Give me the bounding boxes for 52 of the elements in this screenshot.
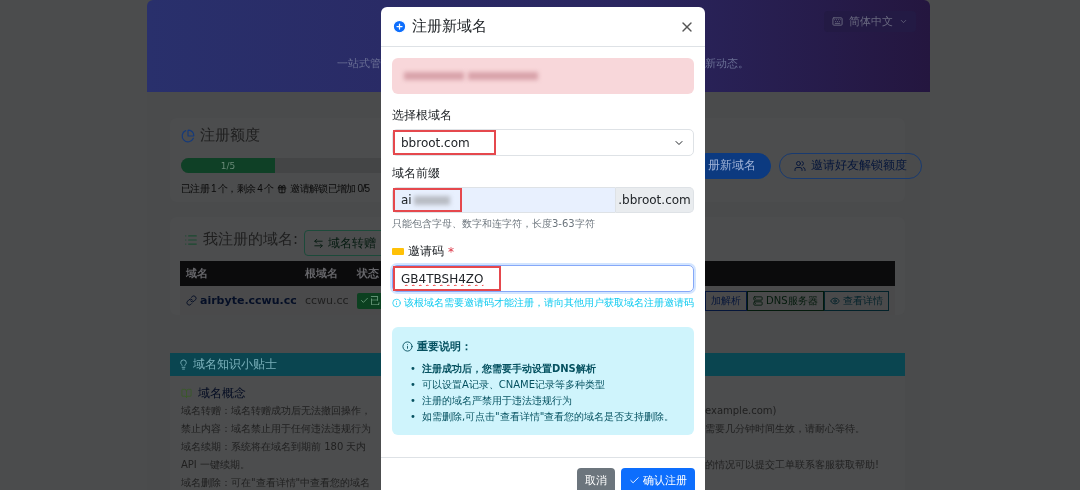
check-icon [360, 296, 369, 305]
gift-icon [277, 183, 288, 194]
domain-suffix: .bbroot.com [616, 187, 694, 213]
books-icon [181, 387, 192, 399]
pie-chart-icon [181, 128, 195, 143]
caret-icon [899, 17, 908, 26]
lightbulb-icon [178, 359, 189, 370]
dialog-title: 注册新域名 [392, 17, 487, 36]
status-badge: 已 [357, 292, 383, 309]
users-icon [794, 159, 806, 172]
keyboard-icon [832, 16, 843, 27]
quota-button[interactable]: 册新域名 [705, 152, 771, 179]
notice-item: 如需删除,可点击"查看详情"查看您的域名是否支持删除。 [421, 410, 675, 424]
banner-subtitle: 新动态。 [705, 56, 750, 71]
info-icon [402, 341, 413, 352]
field-hint: 只能包含字母、数字和连字符，长度3-63字符 [392, 217, 596, 231]
section-heading: 域名概念 [198, 385, 246, 402]
language-dropdown[interactable]: 简体中文 [824, 11, 916, 32]
field-label: 域名前缀 [392, 165, 441, 182]
ticket-icon [392, 248, 404, 255]
notice-item: 注册的域名严禁用于违法违规行为 [421, 394, 572, 408]
bullet-mark: • [410, 410, 416, 424]
notice-item: 可以设置A记录、CNAME记录等多种类型 [421, 378, 605, 392]
column-header: 域名 [186, 266, 208, 281]
redacted-text [404, 72, 464, 80]
invite-hint: 该根域名需要邀请码才能注册，请向其他用户获取域名注册邀请码 [392, 296, 694, 310]
column-header: 根域名 [305, 266, 338, 281]
cancel-button[interactable]: 取消 [577, 468, 615, 490]
confirm-button[interactable]: 确认注册 [621, 468, 695, 490]
bullet-mark: • [410, 362, 416, 376]
plus-circle-icon [392, 19, 407, 34]
progress-fill: 1/5 [181, 158, 275, 173]
info-icon [392, 298, 401, 308]
link-icon [186, 295, 197, 306]
transfer-icon [313, 237, 325, 249]
tips-title: 域名知识小贴士 [193, 356, 277, 373]
eye-icon [829, 295, 840, 306]
field-label: 邀请码 * [392, 243, 694, 260]
check-icon [629, 475, 640, 486]
bullet-mark: • [410, 378, 416, 392]
server-icon [753, 295, 763, 306]
bullet-mark: • [410, 394, 416, 408]
column-header: 状态 [357, 266, 379, 281]
root-domain-select[interactable]: bbroot.com [392, 129, 694, 156]
prefix-input[interactable]: ai [392, 187, 616, 213]
redacted-text [468, 72, 538, 80]
notice-item: 注册成功后，您需要手动设置DNS解析 [421, 362, 596, 376]
invite-code-value[interactable]: GB4TBSH4ZO [393, 266, 501, 291]
field-label: 选择根域名 [392, 107, 453, 124]
invite-code-input[interactable]: GB4TBSH4ZO [392, 265, 694, 292]
list-icon [184, 232, 198, 247]
notice-title: 重要说明： [402, 339, 684, 354]
